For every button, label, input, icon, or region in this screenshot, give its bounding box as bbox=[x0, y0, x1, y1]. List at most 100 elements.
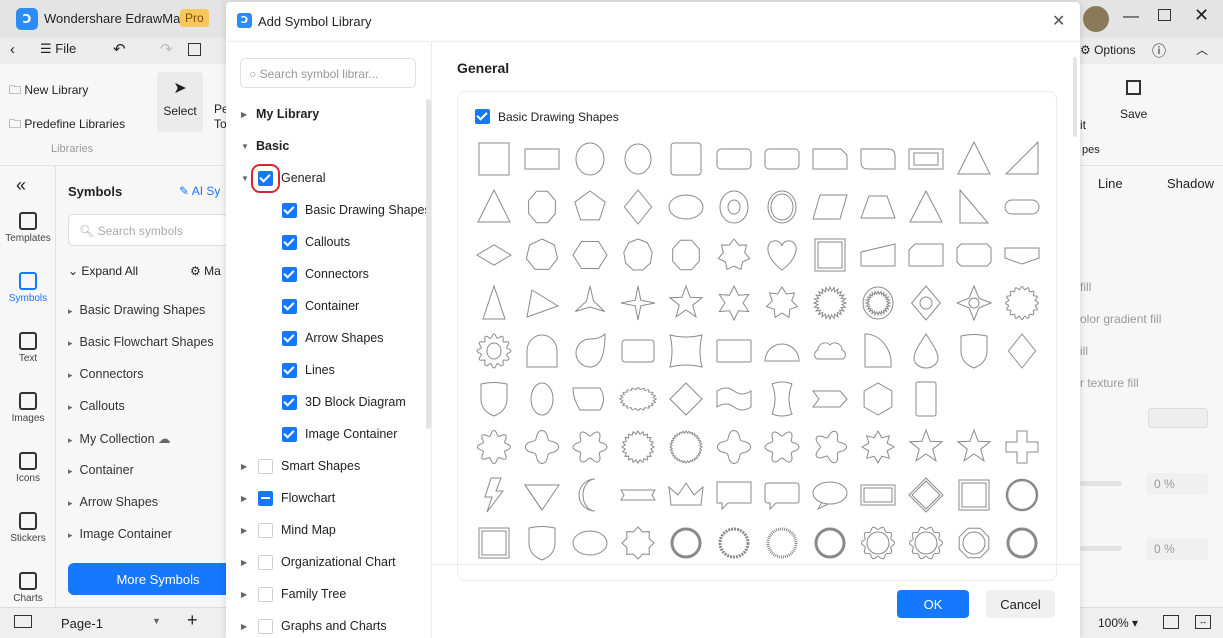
transparency-input[interactable]: 0 % bbox=[1146, 473, 1208, 495]
tree-item[interactable]: Graphs and Charts bbox=[258, 616, 387, 636]
collapse-ribbon-icon[interactable]: ︿ bbox=[1196, 41, 1208, 58]
second-slider[interactable] bbox=[1080, 546, 1122, 551]
checkbox-on-icon[interactable] bbox=[282, 298, 297, 314]
close-icon[interactable]: ✕ bbox=[1052, 11, 1065, 31]
new-library-button[interactable]: 🗀 New Library bbox=[9, 81, 88, 102]
fit-page-icon[interactable] bbox=[1163, 615, 1179, 629]
checkbox-off-icon[interactable] bbox=[258, 458, 273, 474]
minimize-button[interactable]: — bbox=[1123, 8, 1139, 26]
rail-item-symbols[interactable]: Symbols bbox=[0, 272, 56, 304]
rail-item-images[interactable]: Images bbox=[0, 392, 56, 424]
back-icon[interactable]: ‹ bbox=[10, 41, 15, 58]
zoom-selector[interactable]: 100% ▾ bbox=[1098, 616, 1138, 630]
collapse-icon[interactable]: « bbox=[16, 175, 26, 196]
maximize-button[interactable] bbox=[1158, 9, 1171, 21]
ok-button[interactable]: OK bbox=[897, 590, 969, 618]
tree-item[interactable]: Organizational Chart bbox=[258, 552, 396, 572]
caret-down-icon[interactable]: ▼ bbox=[241, 174, 249, 183]
ai-symbols-button[interactable]: ✎ AI Sy bbox=[179, 184, 220, 198]
tree-item[interactable]: Container bbox=[282, 296, 359, 316]
fit-width-icon[interactable]: ↔ bbox=[1195, 615, 1211, 629]
rail-item-charts[interactable]: Charts bbox=[0, 572, 56, 604]
rail-item-icons[interactable]: Icons bbox=[0, 452, 56, 484]
symbol-category[interactable]: Image Container bbox=[68, 527, 172, 541]
more-symbols-button[interactable]: More Symbols bbox=[68, 563, 248, 595]
save-icon[interactable] bbox=[188, 43, 201, 56]
checkbox-on-icon[interactable] bbox=[282, 234, 297, 250]
caret-right-icon[interactable]: ▶ bbox=[241, 590, 247, 599]
checkbox-on-icon[interactable] bbox=[282, 330, 297, 346]
symbol-category[interactable]: Basic Flowchart Shapes bbox=[68, 335, 214, 349]
options-button[interactable]: ⚙ Options bbox=[1080, 43, 1135, 57]
expand-all-button[interactable]: ⌄ Expand All bbox=[68, 264, 138, 278]
symbol-category[interactable]: Arrow Shapes bbox=[68, 495, 159, 509]
tab-shadow[interactable]: Shadow bbox=[1167, 176, 1214, 191]
checkbox-on-icon[interactable] bbox=[251, 163, 280, 193]
tree-item[interactable]: General bbox=[251, 163, 325, 193]
file-menu[interactable]: ☰ File bbox=[40, 41, 76, 57]
symbols-search-input[interactable]: 🔍︎ Search symbols bbox=[68, 214, 228, 246]
checkbox-on-icon[interactable] bbox=[282, 202, 297, 218]
caret-right-icon[interactable]: ▶ bbox=[241, 558, 247, 567]
checkbox-on-icon[interactable] bbox=[282, 426, 297, 442]
content-scrollbar[interactable] bbox=[1073, 57, 1077, 137]
chevron-down-icon[interactable]: ▼ bbox=[152, 616, 161, 626]
symbol-category[interactable]: Basic Drawing Shapes bbox=[68, 303, 206, 317]
tree-item[interactable]: My Library bbox=[256, 104, 319, 124]
caret-right-icon[interactable]: ▶ bbox=[241, 462, 247, 471]
fill-option[interactable]: olor gradient fill bbox=[1080, 312, 1161, 326]
undo-icon[interactable]: ↶ bbox=[113, 40, 126, 58]
library-search-input[interactable]: ○ Search symbol librar... bbox=[240, 58, 416, 88]
rail-item-text[interactable]: Text bbox=[0, 332, 56, 364]
checkbox-mixed-icon[interactable] bbox=[258, 490, 273, 506]
tab-line[interactable]: Line bbox=[1098, 176, 1123, 191]
symbol-category[interactable]: Connectors bbox=[68, 367, 144, 381]
select-tool[interactable]: ➤ Select bbox=[157, 72, 203, 132]
predefine-libraries-button[interactable]: 🗀 Predefine Libraries bbox=[9, 115, 125, 136]
tree-item[interactable]: Basic bbox=[256, 136, 289, 156]
manage-button[interactable]: ⚙ Ma bbox=[190, 264, 221, 278]
tree-item[interactable]: Basic Drawing Shapes bbox=[282, 200, 431, 220]
transparency-slider[interactable] bbox=[1080, 481, 1122, 486]
checkbox-on-icon[interactable] bbox=[282, 362, 297, 378]
tree-scrollbar[interactable] bbox=[426, 99, 431, 429]
add-page-icon[interactable]: + bbox=[187, 610, 198, 631]
second-input[interactable]: 0 % bbox=[1146, 538, 1208, 560]
rail-item-templates[interactable]: Templates bbox=[0, 212, 56, 244]
tree-item[interactable]: Callouts bbox=[282, 232, 350, 252]
checkbox-off-icon[interactable] bbox=[258, 522, 273, 538]
checkbox-off-icon[interactable] bbox=[258, 554, 273, 570]
caret-right-icon[interactable]: ▶ bbox=[241, 622, 247, 631]
page-panel-icon[interactable] bbox=[14, 615, 32, 628]
color-swatch[interactable] bbox=[1148, 408, 1208, 428]
save-ribbon-button[interactable]: Save bbox=[1120, 80, 1147, 121]
tree-item[interactable]: Lines bbox=[282, 360, 335, 380]
fill-option[interactable]: ill bbox=[1080, 344, 1088, 358]
checkbox-off-icon[interactable] bbox=[258, 586, 273, 602]
redo-icon[interactable]: ↷ bbox=[160, 40, 173, 58]
checkbox-off-icon[interactable] bbox=[258, 618, 273, 634]
rail-item-stickers[interactable]: Stickers bbox=[0, 512, 56, 544]
help-icon[interactable]: ⓘ bbox=[1152, 41, 1166, 61]
caret-right-icon[interactable]: ▶ bbox=[241, 494, 247, 503]
symbol-category[interactable]: My Collection ☁ bbox=[68, 431, 171, 446]
tree-item[interactable]: Connectors bbox=[282, 264, 369, 284]
caret-right-icon[interactable]: ▶ bbox=[241, 110, 247, 119]
tree-item[interactable]: Smart Shapes bbox=[258, 456, 360, 476]
tree-item[interactable]: Family Tree bbox=[258, 584, 346, 604]
fill-option[interactable]: r texture fill bbox=[1080, 376, 1139, 390]
checkbox-on-icon[interactable] bbox=[282, 266, 297, 282]
cancel-button[interactable]: Cancel bbox=[986, 590, 1055, 618]
tree-item[interactable]: 3D Block Diagram bbox=[282, 392, 406, 412]
checkbox-on-icon[interactable] bbox=[282, 394, 297, 410]
symbol-category[interactable]: Container bbox=[68, 463, 134, 477]
fill-option[interactable]: fill bbox=[1080, 280, 1091, 294]
close-window-button[interactable]: ✕ bbox=[1194, 5, 1209, 26]
avatar[interactable] bbox=[1083, 6, 1109, 32]
page-selector[interactable]: Page-1 bbox=[61, 616, 103, 631]
tree-item[interactable]: Flowchart bbox=[258, 488, 335, 508]
tree-item[interactable]: Mind Map bbox=[258, 520, 336, 540]
symbol-category[interactable]: Callouts bbox=[68, 399, 125, 413]
caret-down-icon[interactable]: ▼ bbox=[241, 142, 249, 151]
tree-item[interactable]: Arrow Shapes bbox=[282, 328, 384, 348]
